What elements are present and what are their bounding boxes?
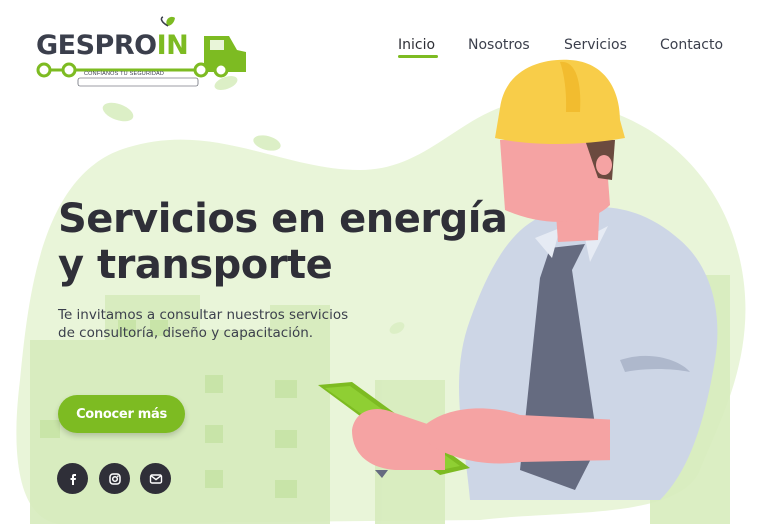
hero-subtitle-line2: de consultoría, diseño y capacitación. — [58, 325, 314, 341]
logo-wordmark: GESPROIN — [36, 30, 189, 61]
logo-tagline: CONFÍANOS TU SEGURIDAD — [84, 71, 165, 77]
hero-title-line2: y transporte — [58, 242, 333, 288]
hero-subtitle: Te invitamos a consultar nuestros servic… — [58, 306, 378, 342]
facebook-icon — [70, 473, 76, 485]
logo-accent-text: IN — [156, 30, 189, 61]
email-icon — [149, 473, 162, 484]
hero-subtitle-line1: Te invitamos a consultar nuestros servic… — [58, 307, 349, 323]
nav-item-nosotros[interactable]: Nosotros — [468, 37, 530, 53]
hero-title-line1: Servicios en energía — [58, 196, 508, 242]
logo-main-text: GESPRO — [36, 30, 157, 61]
nav-item-inicio[interactable]: Inicio — [398, 37, 435, 53]
nav-item-servicios[interactable]: Servicios — [564, 37, 627, 53]
nav-item-contacto[interactable]: Contacto — [660, 37, 723, 53]
hero-title: Servicios en energía y transporte — [58, 196, 508, 288]
facebook-button[interactable] — [57, 463, 88, 494]
email-button[interactable] — [140, 463, 171, 494]
engineer-illustration — [318, 59, 718, 500]
instagram-button[interactable] — [99, 463, 130, 494]
conocer-mas-button[interactable]: Conocer más — [58, 395, 185, 433]
instagram-icon — [108, 472, 121, 485]
